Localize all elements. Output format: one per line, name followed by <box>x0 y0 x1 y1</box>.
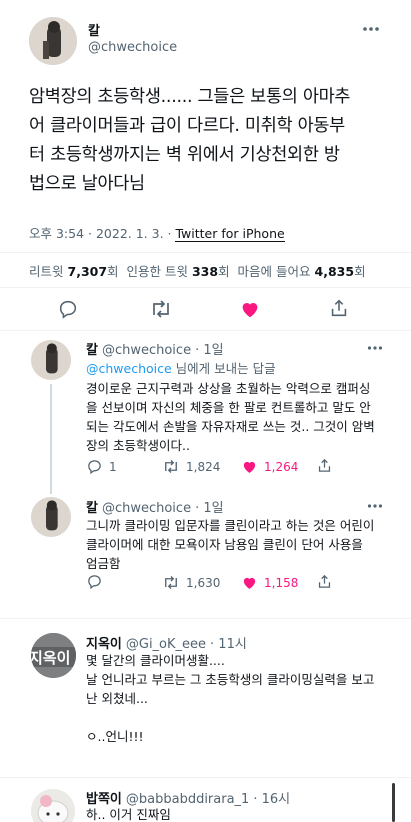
reply-text-line: 하.. 이거 진짜임 <box>86 807 171 822</box>
replying-to-text: 님에게 보내는 답글 <box>171 361 276 376</box>
reply-time[interactable]: · 1일 <box>195 501 224 516</box>
tweet-text: 암벽장의 초등학생...... 그들은 보통의 아마추 어 클라이머들과 급이 … <box>29 83 404 199</box>
avatar-text: 지옥이 <box>31 649 71 667</box>
stats-row: 리트윗 7,307회 인용한 트윗 338회 마음에 들어요 4,835회 <box>29 261 366 280</box>
like-unit: 회 <box>354 264 366 279</box>
reply-time[interactable]: · 11시 <box>210 637 247 652</box>
retweet-button[interactable]: 1,630 <box>162 574 220 591</box>
quote-label[interactable]: 인용한 트윗 <box>127 264 188 279</box>
reply-text-line: 장의 초등학생이다.. <box>86 438 190 453</box>
share-icon[interactable] <box>328 297 350 319</box>
quote-count[interactable]: 338 <box>192 264 218 279</box>
tweet-text-line: 법으로 날아다님 <box>29 174 145 194</box>
divider <box>0 618 411 619</box>
reply-text-line: 그니까 클라이밍 입문자를 클린이라고 하는 것은 어린이 <box>86 518 375 533</box>
reply-text-line: 날 언니라고 부르는 그 초등학생의 클라이밍실력을 보고 <box>86 672 375 687</box>
share-icon[interactable] <box>316 573 333 590</box>
reply-text-line: 난 외쳤네... <box>86 691 148 706</box>
retweet-action: 1,824 <box>162 458 220 475</box>
like-count: 1,158 <box>264 575 299 590</box>
retweet-count[interactable]: 7,307 <box>68 264 108 279</box>
reply-text-line: ㅇ..언니!!! <box>86 729 144 744</box>
retweet-icon <box>165 576 177 589</box>
quote-unit: 회 <box>218 264 230 279</box>
divider <box>0 287 411 288</box>
scrollbar[interactable] <box>392 783 395 822</box>
reply-icon[interactable] <box>57 298 79 320</box>
reply-text-line <box>86 708 401 727</box>
avatar[interactable] <box>29 17 77 65</box>
like-button[interactable]: 1,264 <box>241 458 298 475</box>
avatar[interactable] <box>31 497 71 537</box>
reply-time[interactable]: · 16시 <box>253 792 290 807</box>
author-name[interactable]: 지옥이 <box>86 637 122 652</box>
like-action: 1,264 <box>241 458 298 475</box>
reply-text: 그니까 클라이밍 입문자를 클린이라고 하는 것은 어린이 클라이머에 대한 모… <box>86 516 401 573</box>
like-count[interactable]: 4,835 <box>315 264 355 279</box>
retweet-icon <box>165 460 177 473</box>
tweet-text-line: 터 초등학생까지는 벽 위에서 기상천외한 방 <box>29 145 340 165</box>
tweet-text-line: 암벽장의 초등학생...... 그들은 보통의 아마추 <box>29 87 351 107</box>
reply-header: 칼 @chwechoice · 1일 <box>86 497 224 516</box>
retweet-action: 1,630 <box>162 574 220 591</box>
reply-icon <box>88 460 101 475</box>
like-label[interactable]: 마음에 들어요 <box>238 264 311 279</box>
author-handle[interactable]: @chwechoice <box>102 343 191 358</box>
divider <box>0 252 411 253</box>
retweet-icon[interactable] <box>149 298 173 320</box>
retweet-unit: 회 <box>107 264 119 279</box>
timestamp[interactable]: 오후 3:54 · 2022. 1. 3. · <box>29 226 175 241</box>
like-count: 1,264 <box>264 459 299 474</box>
author-handle[interactable]: @Gi_oK_eee <box>126 637 206 652</box>
author-handle[interactable]: @chwechoice <box>88 40 177 55</box>
retweet-button[interactable]: 1,824 <box>162 458 220 475</box>
reply-count: 1 <box>109 459 117 474</box>
like-icon <box>243 577 256 589</box>
more-icon[interactable] <box>362 26 380 32</box>
avatar[interactable] <box>31 789 75 822</box>
like-button[interactable]: 1,158 <box>241 574 298 591</box>
reply-text: 경이로운 근지구력과 상상을 초월하는 악력으로 캠퍼싱 을 선보이며 자신의 … <box>86 379 401 455</box>
reply-text-line: 클라이머에 대한 모욕이자 남용임 클린이 단어 사용을 <box>86 537 363 552</box>
reply-icon[interactable] <box>86 573 103 590</box>
reply-time[interactable]: · 1일 <box>195 343 224 358</box>
mention-link[interactable]: @chwechoice <box>86 361 172 376</box>
author-name[interactable]: 칼 <box>86 501 98 516</box>
more-icon[interactable] <box>367 503 383 509</box>
reply-header: 지옥이 @Gi_oK_eee · 11시 <box>86 633 247 652</box>
retweet-count: 1,824 <box>186 459 221 474</box>
like-action: 1,158 <box>241 574 298 591</box>
reply-text: 몇 달간의 클라이머생활.... 날 언니라고 부르는 그 초등학생의 클라이밍… <box>86 651 401 746</box>
tweet-text-line: 어 클라이머들과 급이 다르다. 미취학 아동부 <box>29 116 345 136</box>
retweet-label[interactable]: 리트윗 <box>29 264 64 279</box>
reply-actions: 1 <box>86 458 117 475</box>
author-handle[interactable]: @chwechoice <box>102 501 191 516</box>
like-icon <box>243 461 256 473</box>
timestamp-row: 오후 3:54 · 2022. 1. 3. · Twitter for iPho… <box>29 223 285 242</box>
author-name[interactable]: 칼 <box>88 20 100 39</box>
share-icon[interactable] <box>316 457 333 474</box>
reply-text-line: 되는 각도에서 손발을 자유자재로 쓰는 것.. 그것이 암벽 <box>86 419 375 434</box>
author-name[interactable]: 칼 <box>86 343 98 358</box>
reply-button[interactable]: 1 <box>86 458 117 475</box>
source-link[interactable]: Twitter for iPhone <box>175 226 285 242</box>
thread-line <box>50 384 52 494</box>
more-icon[interactable] <box>367 345 383 351</box>
divider <box>0 330 411 331</box>
reply-header: 칼 @chwechoice · 1일 <box>86 339 224 358</box>
divider <box>0 777 411 778</box>
reply-text-line: 경이로운 근지구력과 상상을 초월하는 악력으로 캠퍼싱 <box>86 381 371 396</box>
replying-to: @chwechoice 님에게 보내는 답글 <box>86 358 276 377</box>
avatar[interactable] <box>31 340 71 380</box>
avatar[interactable]: 지옥이 <box>31 633 76 678</box>
like-icon[interactable] <box>239 298 261 320</box>
retweet-count: 1,630 <box>186 575 221 590</box>
reply-text-line: 을 선보이며 자신의 체중을 한 팔로 컨트롤하고 말도 안 <box>86 400 371 415</box>
reply-text-line: 몇 달간의 클라이머생활.... <box>86 653 225 668</box>
reply-text-line: 엄금함 <box>86 556 121 571</box>
reply-text: 하.. 이거 진짜임 <box>86 805 171 822</box>
